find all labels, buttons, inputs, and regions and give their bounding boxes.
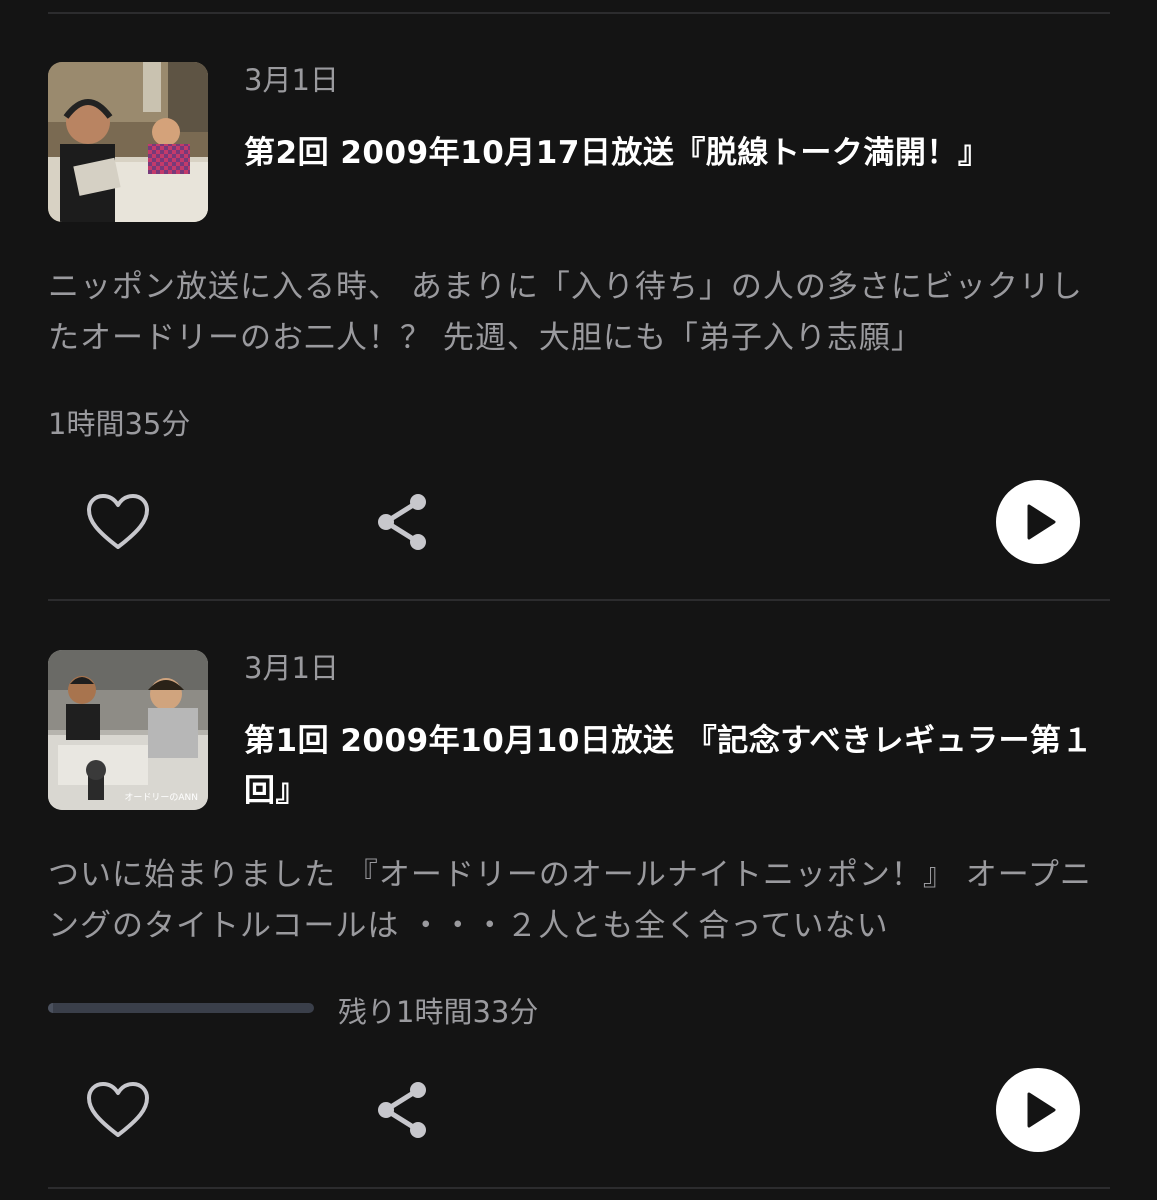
play-button[interactable]	[996, 480, 1080, 564]
heart-outline-icon	[87, 494, 149, 549]
episode-divider	[48, 1187, 1110, 1189]
episode-description: ついに始まりました 『オードリーのオールナイトニッポン！』 オープニングのタイト…	[48, 857, 1092, 944]
share-icon	[378, 1082, 426, 1138]
share-icon	[378, 494, 426, 550]
thumbnail-image: オードリーのANN	[48, 650, 208, 810]
divider-top	[48, 12, 1110, 14]
heart-outline-icon	[87, 1082, 149, 1137]
playback-progress-bar	[48, 1003, 314, 1013]
favorite-button[interactable]	[80, 486, 156, 558]
episode-divider	[48, 599, 1110, 601]
episode-title[interactable]: 第1回 2009年10月10日放送 『記念すべきレギュラー第１回』	[244, 716, 1110, 816]
share-button[interactable]	[368, 488, 436, 556]
episode-title[interactable]: 第2回 2009年10月17日放送『脱線トーク満開！』	[244, 128, 1110, 178]
episode-thumbnail[interactable]: オードリーのANN	[48, 650, 208, 810]
episode-description: ニッポン放送に入る時、 あまりに「入り待ち」の人の多さにビックリしたオードリーの…	[48, 269, 1083, 356]
play-circle-icon	[996, 1068, 1080, 1152]
share-button[interactable]	[368, 1076, 436, 1144]
playback-progress-fill	[48, 1003, 54, 1013]
thumbnail-image	[48, 62, 208, 222]
episode-date: 3月1日	[244, 63, 339, 97]
thumbnail-caption: オードリーのANN	[124, 792, 198, 803]
favorite-button[interactable]	[80, 1074, 156, 1146]
episode-duration: 1時間35分	[48, 407, 191, 441]
remaining-time: 残り1時間33分	[338, 995, 539, 1029]
episode-date: 3月1日	[244, 651, 339, 685]
play-circle-icon	[996, 480, 1080, 564]
play-button[interactable]	[996, 1068, 1080, 1152]
episode-thumbnail[interactable]	[48, 62, 208, 222]
